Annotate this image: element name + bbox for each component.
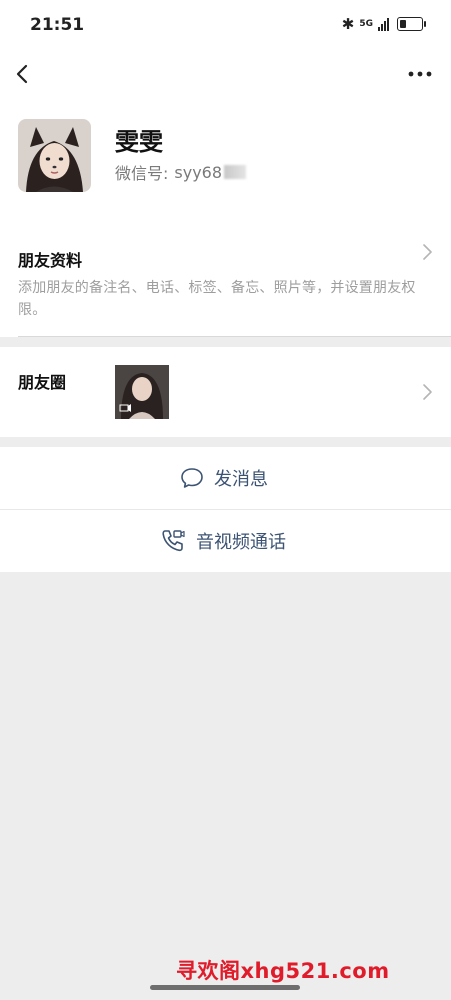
wechat-id-label: 微信号: xyxy=(115,164,169,183)
moments-title: 朋友圈 xyxy=(18,373,67,392)
moments-section[interactable]: 朋友圈 xyxy=(0,347,451,437)
battery-icon xyxy=(397,17,426,31)
home-indicator[interactable] xyxy=(150,985,300,990)
signal-icon xyxy=(378,17,389,31)
divider xyxy=(18,336,451,337)
chevron-left-icon[interactable] xyxy=(10,60,38,88)
wechat-id-value: syy68 xyxy=(174,162,223,182)
wechat-id-mosaic xyxy=(224,165,247,179)
phone-video-icon xyxy=(162,530,185,552)
video-call-content: 音视频通话 xyxy=(160,510,286,572)
chat-bubble-icon xyxy=(181,468,203,488)
nav-bar xyxy=(0,54,451,94)
profile-header: 雯雯 微信号: syy68 xyxy=(0,94,451,219)
avatar[interactable] xyxy=(18,119,91,192)
friend-info-title: 朋友资料 xyxy=(18,251,83,270)
profile-name: 雯雯 xyxy=(115,128,163,156)
send-message-button[interactable]: 发消息 xyxy=(0,447,451,509)
status-bar: 21:51 ✱ 5G xyxy=(0,0,451,54)
bluetooth-icon: ✱ xyxy=(341,15,355,33)
friend-info-description: 添加朋友的备注名、电话、标签、备忘、照片等，并设置朋友权限。 xyxy=(18,280,416,318)
wechat-id-row: 微信号: syy68 xyxy=(115,160,247,184)
video-call-label: 音视频通话 xyxy=(196,532,286,553)
status-icons: ✱ 5G xyxy=(341,15,426,33)
friend-info-section[interactable]: 朋友资料 添加朋友的备注名、电话、标签、备忘、照片等，并设置朋友权限。 xyxy=(0,219,451,337)
chevron-right-icon xyxy=(423,384,432,400)
battery-fill xyxy=(400,20,406,28)
video-call-button[interactable]: 音视频通话 xyxy=(0,510,451,572)
chevron-right-icon xyxy=(423,244,432,260)
more-horizontal-icon[interactable] xyxy=(407,66,433,82)
send-message-label: 发消息 xyxy=(214,469,268,490)
moments-thumbnail[interactable] xyxy=(115,365,169,419)
watermark: 寻欢阁xhg521.com xyxy=(176,959,390,983)
status-time: 21:51 xyxy=(30,15,85,35)
network-label: 5G xyxy=(359,18,373,29)
send-message-content: 发消息 xyxy=(180,447,268,509)
